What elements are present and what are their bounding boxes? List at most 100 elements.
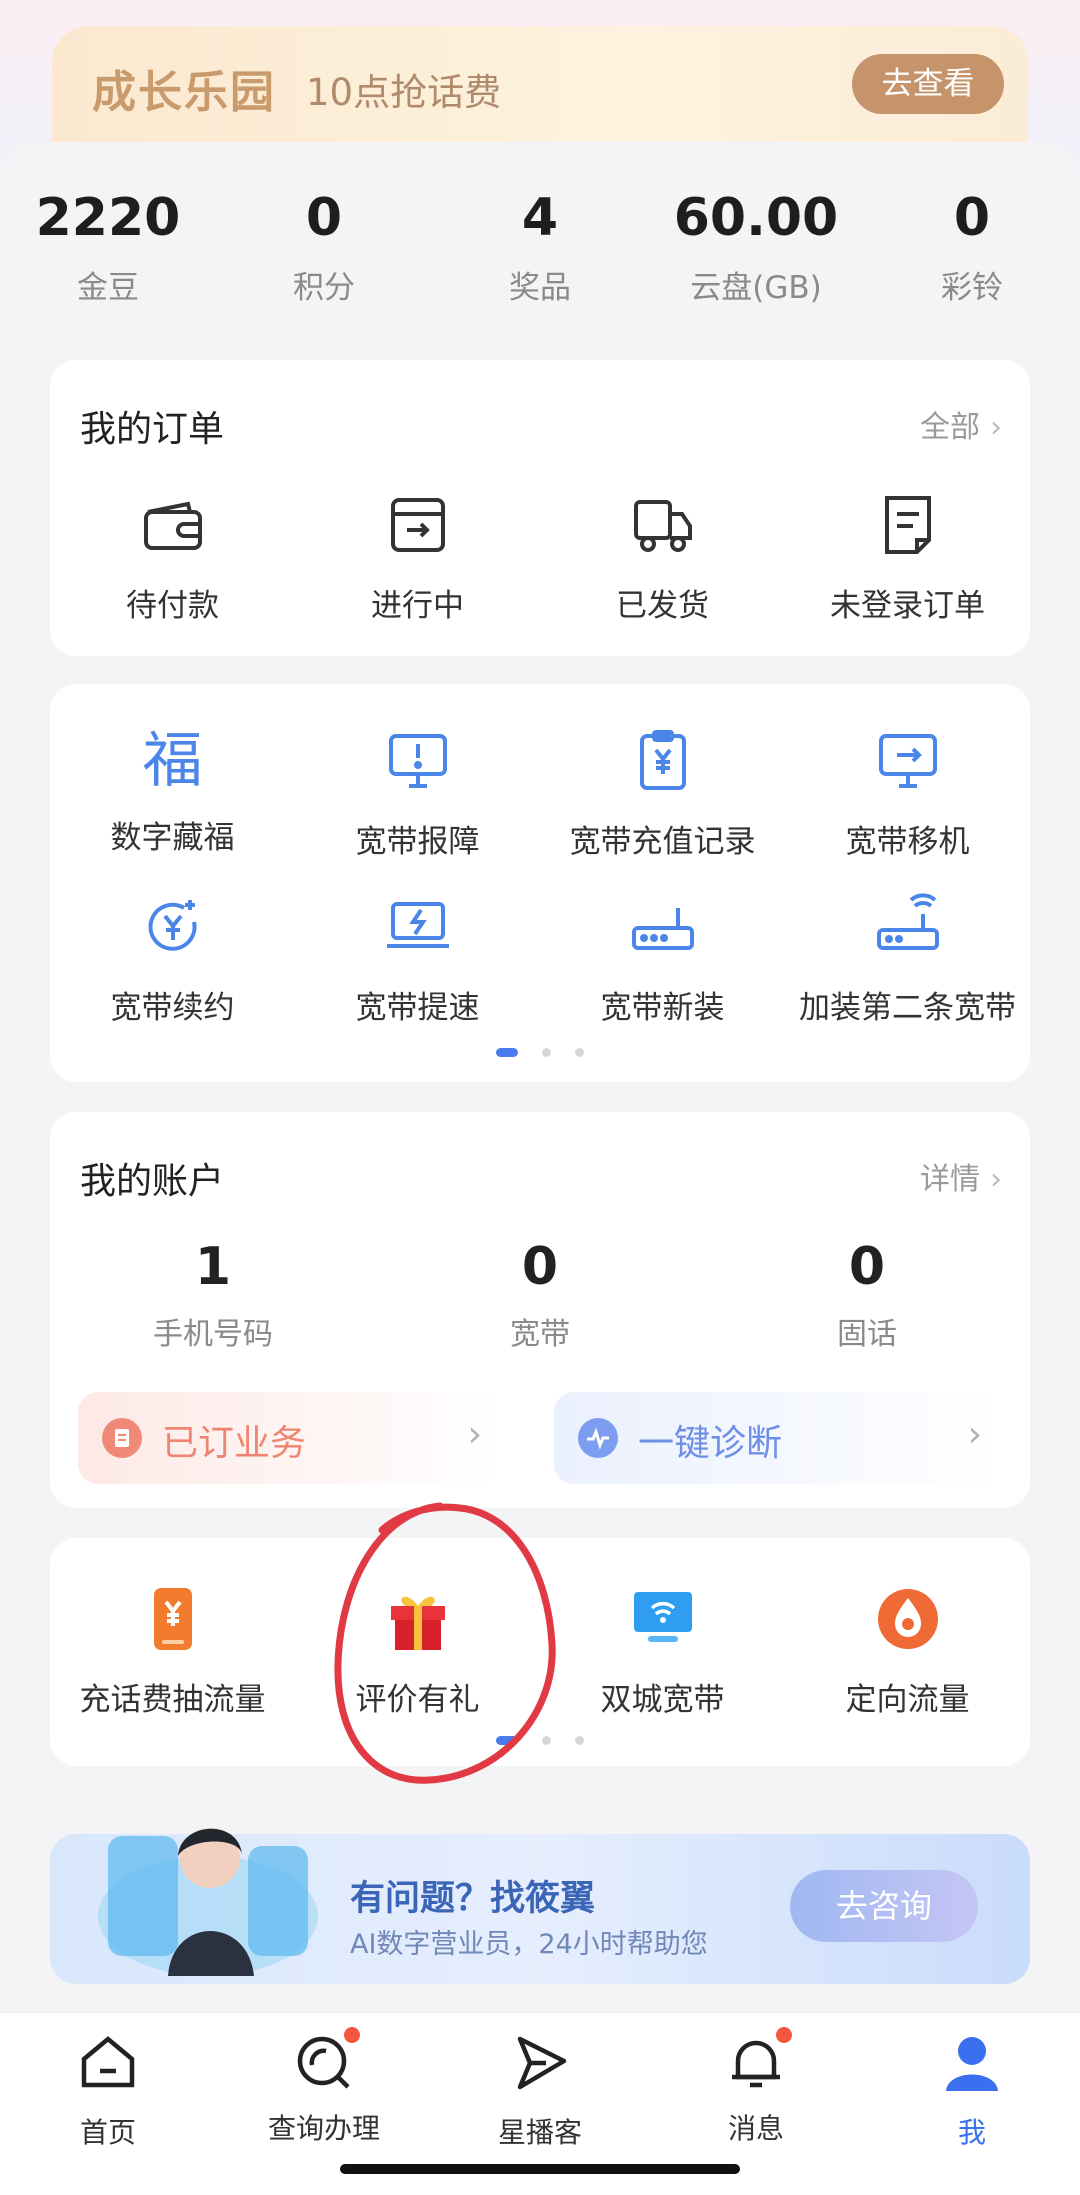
- activity-dual-city-broadband[interactable]: 双城宽带: [540, 1584, 785, 1719]
- pager-dot: [575, 1048, 584, 1057]
- fu-icon: 福: [142, 726, 203, 796]
- service-broadband-move[interactable]: 宽带移机: [785, 726, 1030, 861]
- account-detail-link[interactable]: 详情 ›: [920, 1154, 1002, 1198]
- clipboard-yuan-icon: [639, 730, 686, 790]
- assistant-avatar-icon: [98, 1828, 318, 1976]
- service-broadband-speedup[interactable]: 宽带提速: [295, 892, 540, 1027]
- orders-all-link[interactable]: 全部 ›: [920, 402, 1002, 446]
- search-icon: [292, 2025, 362, 2095]
- account-card: 我的账户 详情 › 1 手机号码 0 宽带 0 固话 已订业务 › 一键诊断 ›: [50, 1112, 1030, 1508]
- pager-dot-active: [496, 1048, 518, 1057]
- banner-view-button[interactable]: 去查看: [852, 54, 1004, 114]
- order-not-logged-in[interactable]: 未登录订单: [785, 490, 1030, 625]
- promo-title: 有问题？找筱翼: [350, 1879, 596, 1919]
- consult-button[interactable]: 去咨询: [790, 1870, 978, 1942]
- orders-card: 我的订单 全部 › 待付款 进行中 已发货 未登录订单: [50, 360, 1030, 656]
- service-label: 宽带移机: [845, 824, 970, 860]
- tab-query[interactable]: 查询办理: [216, 2025, 432, 2147]
- account-phone[interactable]: 1 手机号码: [50, 1237, 376, 1353]
- service-digital-fu[interactable]: 福 数字藏福: [50, 726, 295, 857]
- chevron-right-icon: ›: [467, 1414, 482, 1455]
- subscribed-services-button[interactable]: 已订业务 ›: [78, 1392, 502, 1484]
- service-broadband-install[interactable]: 宽带新装: [540, 892, 785, 1027]
- banner-brand: 成长乐园: [92, 67, 276, 118]
- home-icon: [81, 2036, 135, 2088]
- router-icon: [631, 908, 694, 950]
- service-label: 宽带充值记录: [569, 824, 756, 860]
- account-title: 我的账户: [80, 1161, 225, 1202]
- screen: 成长乐园 10点抢话费 去查看 2220 金豆 0 积分 4 奖品 60.00 …: [0, 0, 1080, 2195]
- notification-badge: [342, 2025, 362, 2045]
- chevron-right-icon: ›: [990, 1162, 1002, 1197]
- service-broadband-fault[interactable]: 宽带报障: [295, 726, 540, 861]
- home-indicator: [340, 2164, 740, 2174]
- stat-label: 云盘(GB): [690, 270, 822, 306]
- tab-messages[interactable]: 消息: [648, 2025, 864, 2147]
- activity-directed-traffic[interactable]: 定向流量: [785, 1584, 1030, 1719]
- stat-points[interactable]: 0 积分: [216, 188, 432, 307]
- stat-gold-beans[interactable]: 2220 金豆: [0, 188, 216, 307]
- assistant-promo-banner[interactable]: 有问题？找筱翼 AI数字营业员，24小时帮助您 去咨询: [50, 1828, 1030, 1984]
- stat-ringtone[interactable]: 0 彩铃: [864, 188, 1080, 307]
- chevron-right-icon: ›: [967, 1414, 982, 1455]
- service-label: 宽带报障: [355, 824, 480, 860]
- order-label: 待付款: [126, 588, 219, 624]
- service-label: 数字藏福: [110, 820, 235, 856]
- one-click-diagnose-button[interactable]: 一键诊断 ›: [554, 1392, 1002, 1484]
- order-in-progress[interactable]: 进行中: [295, 490, 540, 625]
- monitor-alert-icon: [388, 734, 447, 788]
- stat-value: 60.00: [673, 188, 839, 248]
- activity-label: 充话费抽流量: [79, 1682, 266, 1718]
- services-pager[interactable]: [50, 1042, 1030, 1061]
- stat-label: 积分: [293, 270, 355, 306]
- notification-badge: [774, 2025, 794, 2045]
- truck-icon: [633, 500, 692, 552]
- order-label: 进行中: [371, 588, 464, 624]
- account-label: 手机号码: [153, 1317, 273, 1352]
- tab-me[interactable]: 我: [864, 2031, 1080, 2151]
- stat-label: 奖品: [509, 270, 571, 306]
- account-detail-label: 详情: [920, 1162, 980, 1197]
- orders-title: 我的订单: [80, 409, 225, 450]
- service-recharge-record[interactable]: 宽带充值记录: [540, 726, 785, 861]
- order-shipped[interactable]: 已发货: [540, 490, 785, 625]
- diagnose-icon: [578, 1418, 618, 1458]
- account-label: 固话: [837, 1317, 897, 1352]
- service-label: 加装第二条宽带: [799, 990, 1016, 1026]
- monitor-move-icon: [878, 734, 937, 788]
- account-broadband[interactable]: 0 宽带: [377, 1237, 703, 1353]
- service-label: 宽带新装: [600, 990, 725, 1026]
- order-label: 未登录订单: [830, 588, 985, 624]
- stat-value: 4: [521, 188, 559, 248]
- service-label: 宽带提速: [355, 990, 480, 1026]
- stat-prizes[interactable]: 4 奖品: [432, 188, 648, 307]
- stat-value: 2220: [35, 188, 181, 248]
- tab-label: 查询办理: [267, 2112, 380, 2145]
- account-label: 宽带: [510, 1317, 570, 1352]
- stat-cloud-disk[interactable]: 60.00 云盘(GB): [648, 188, 864, 307]
- bell-icon: [724, 2025, 794, 2095]
- subscribed-services-label: 已订业务: [162, 1423, 307, 1464]
- service-broadband-renew[interactable]: 宽带续约: [50, 892, 295, 1027]
- account-value: 1: [194, 1237, 232, 1297]
- tab-label: 首页: [79, 2116, 136, 2149]
- account-landline[interactable]: 0 固话: [704, 1237, 1030, 1353]
- one-click-diagnose-label: 一键诊断: [638, 1423, 783, 1464]
- tab-star-podcast[interactable]: 星播客: [432, 2031, 648, 2151]
- tab-label: 星播客: [497, 2116, 582, 2149]
- order-label: 已发货: [616, 588, 709, 624]
- play-icon: [517, 2036, 567, 2090]
- wallet-icon: [143, 501, 202, 550]
- tab-home[interactable]: 首页: [0, 2031, 216, 2151]
- user-icon: [946, 2037, 998, 2091]
- promo-subtitle: AI数字营业员，24小时帮助您: [350, 1929, 708, 1960]
- chevron-right-icon: ›: [990, 410, 1002, 445]
- service-second-broadband[interactable]: 加装第二条宽带: [785, 892, 1030, 1027]
- stats-row: 2220 金豆 0 积分 4 奖品 60.00 云盘(GB) 0 彩铃: [0, 188, 1080, 328]
- box-icon: [390, 498, 445, 552]
- order-pending-payment[interactable]: 待付款: [50, 490, 295, 625]
- activity-recharge-draw[interactable]: 充话费抽流量: [50, 1584, 295, 1719]
- stat-label: 彩铃: [941, 270, 1003, 306]
- tab-label: 消息: [727, 2112, 784, 2145]
- activity-label: 定向流量: [845, 1682, 970, 1718]
